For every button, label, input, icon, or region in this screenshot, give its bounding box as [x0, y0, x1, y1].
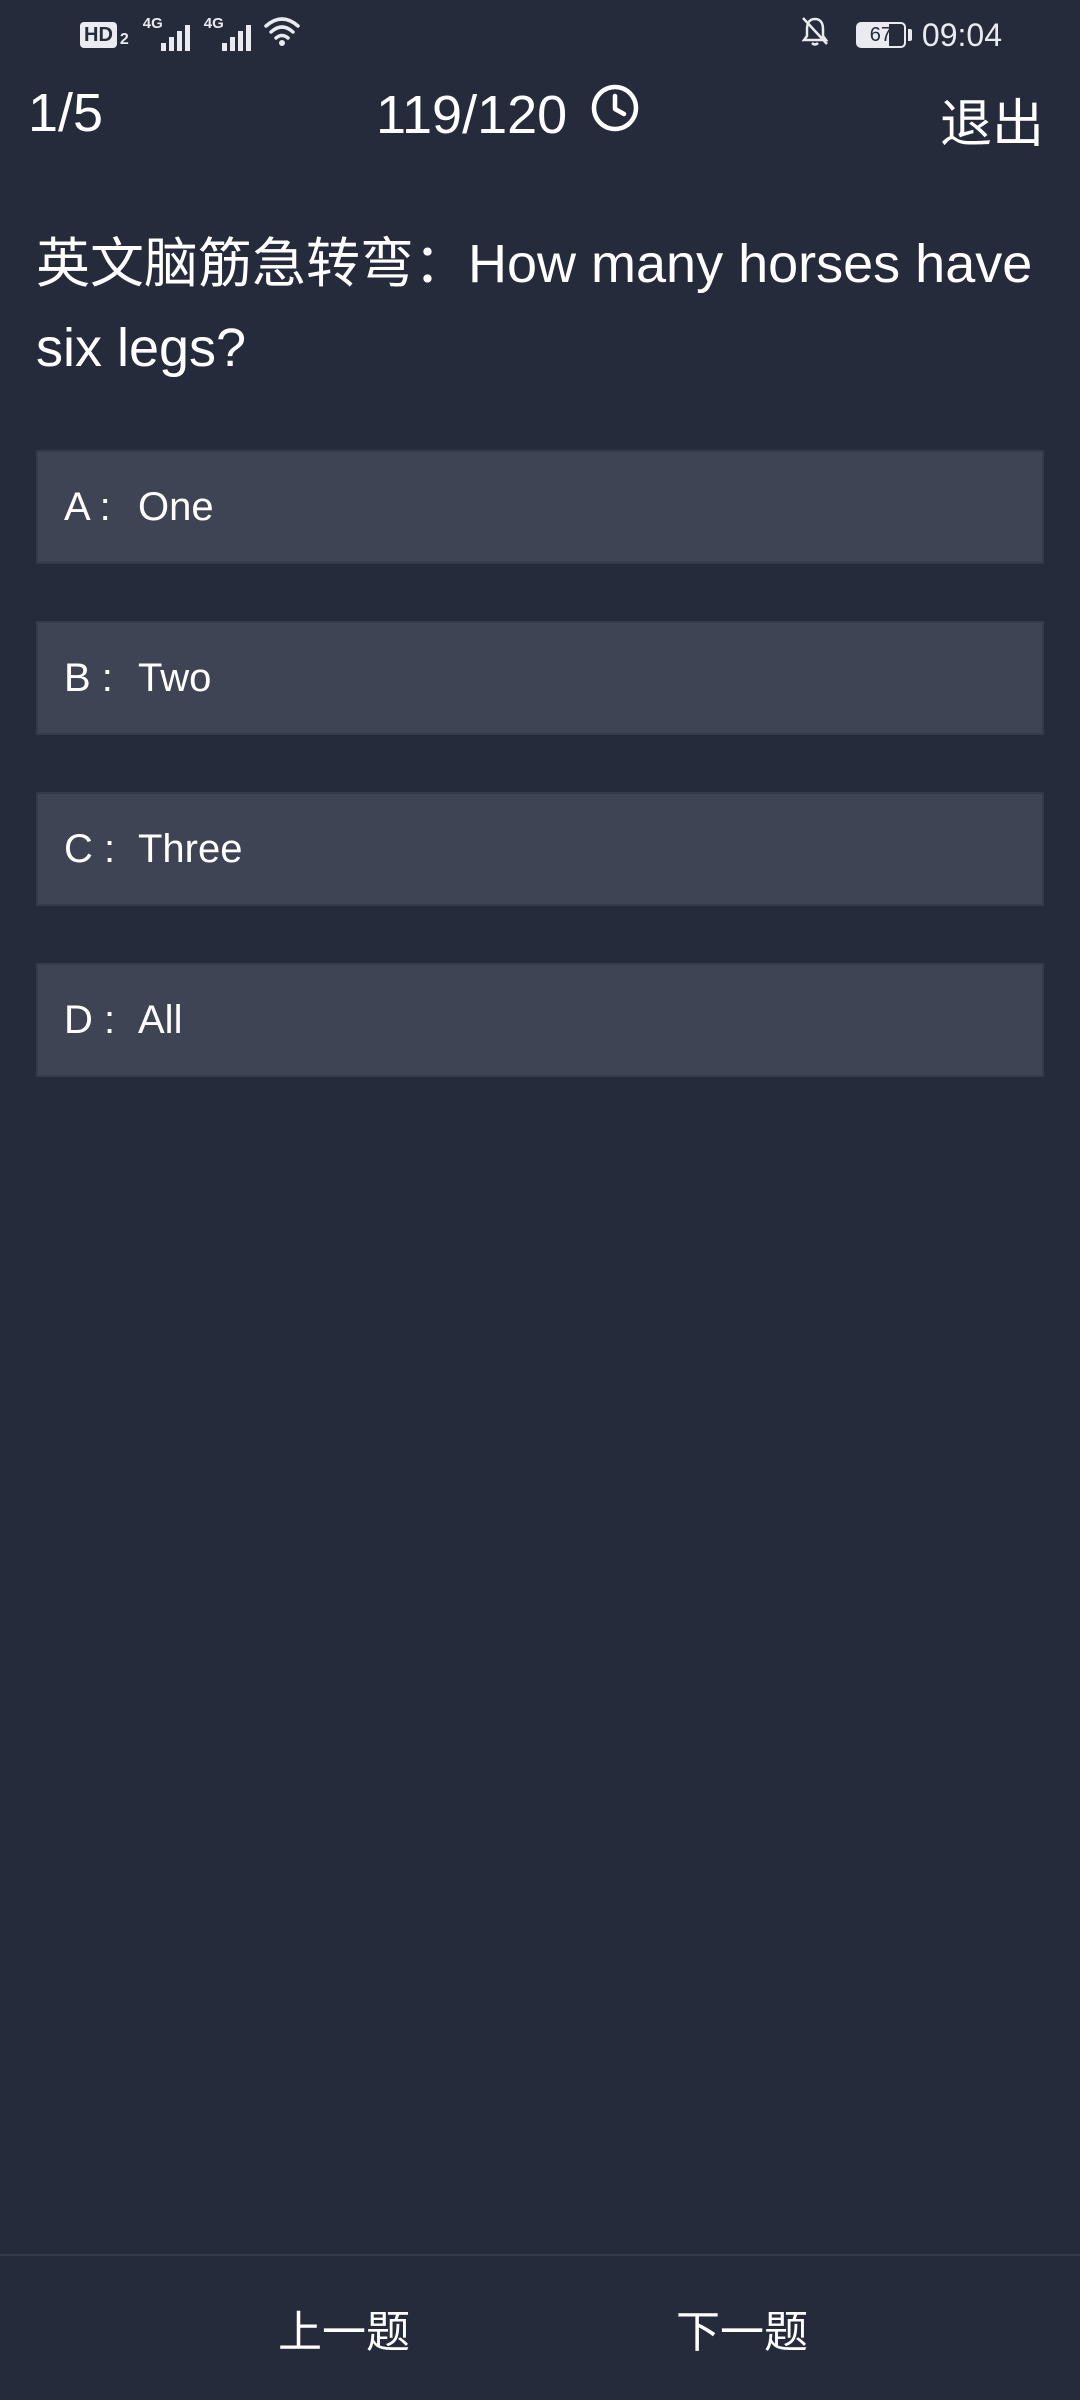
option-key: C :: [64, 826, 116, 871]
next-question-button[interactable]: 下一题: [676, 2296, 808, 2360]
signal-bars: [160, 25, 190, 51]
status-bar-right: 67 09:04: [800, 15, 1002, 55]
quiz-screen: HD 2 4G 4G 67 09:04 1/5 119/120 退出 英文脑筋急…: [0, 0, 1080, 2400]
previous-question-button[interactable]: 上一题: [278, 2296, 410, 2360]
question-progress: 1/5: [28, 83, 104, 143]
exit-button[interactable]: 退出: [940, 82, 1044, 157]
option-text: One: [138, 484, 214, 529]
clock-icon: [567, 82, 641, 147]
status-bar: HD 2 4G 4G 67 09:04: [0, 0, 1080, 70]
option-c[interactable]: C : Three: [36, 792, 1044, 906]
battery-level: 67: [855, 22, 906, 48]
quiz-header: 1/5 119/120 退出: [0, 72, 1080, 156]
option-key: D :: [64, 997, 116, 1042]
option-a[interactable]: A : One: [36, 450, 1044, 564]
option-key: B :: [64, 655, 113, 700]
signal-strength-icon-1: 4G: [143, 15, 190, 51]
option-b[interactable]: B : Two: [36, 621, 1044, 735]
hd-voice-badge: HD 2: [80, 21, 129, 49]
question-text: 英文脑筋急转弯：How many horses have six legs?: [36, 234, 1033, 378]
footer-nav: 上一题 下一题: [0, 2254, 1080, 2400]
battery-icon: 67: [855, 22, 912, 48]
option-key: A :: [64, 484, 111, 529]
status-bar-left: HD 2 4G 4G: [80, 15, 301, 55]
wifi-icon: [263, 15, 301, 55]
hd-label: HD: [80, 22, 117, 48]
bell-muted-icon: [800, 15, 830, 55]
network-type-label: 4G: [142, 15, 163, 32]
countdown-timer: 119/120: [376, 82, 641, 147]
option-text: Three: [138, 826, 243, 871]
option-text: Two: [138, 655, 212, 700]
option-d[interactable]: D : All: [36, 963, 1044, 1077]
hd-sub-label: 2: [119, 31, 129, 48]
option-text: All: [138, 997, 183, 1042]
network-type-label: 4G: [203, 15, 224, 32]
signal-bars: [221, 25, 251, 51]
timer-value: 119/120: [376, 84, 568, 145]
status-time: 09:04: [921, 16, 1002, 53]
signal-strength-icon-2: 4G: [204, 15, 251, 51]
